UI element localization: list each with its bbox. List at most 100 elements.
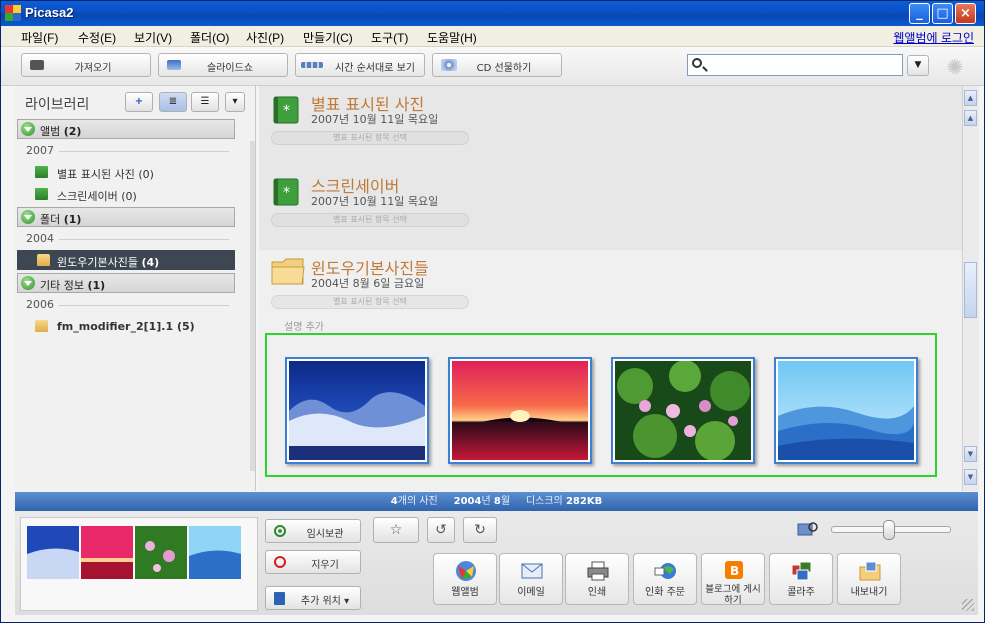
timeline-label: 시간 순서대로 보기 bbox=[335, 63, 415, 74]
add-to-label: 추가 위치 ▾ bbox=[300, 596, 350, 607]
sunset-photo bbox=[452, 361, 588, 460]
album-block-screensaver: * 스크린세이버 2007년 10월 11일 목요일 별표 표시된 항목 선택 bbox=[259, 168, 962, 251]
status-bar: 4개의 사진 2004년 8월 디스크의 282KB bbox=[15, 492, 978, 511]
menu-tools[interactable]: 도구(T) bbox=[371, 29, 408, 46]
tree-view-button[interactable]: ☰ bbox=[191, 92, 219, 112]
folder-label: 윈도우기본사진들 (4) bbox=[57, 256, 160, 269]
clear-label: 지우기 bbox=[311, 560, 339, 571]
select-starred-button[interactable]: 별표 표시된 항목 선택 bbox=[271, 295, 469, 309]
list-view-button[interactable]: ≣ bbox=[159, 92, 187, 112]
album-screensaver[interactable]: 스크린세이버 (0) bbox=[21, 184, 235, 204]
order-prints-button[interactable]: 인화 주문 bbox=[633, 553, 697, 605]
section-other-label: 기타 정보 (1) bbox=[40, 279, 106, 292]
library-scrollbar[interactable] bbox=[250, 141, 255, 471]
scroll-bottom-arrow[interactable]: ▼ bbox=[964, 469, 977, 485]
email-button[interactable]: 이메일 bbox=[499, 553, 563, 605]
tray-thumbnail[interactable] bbox=[27, 526, 79, 579]
menu-edit[interactable]: 수정(E) bbox=[78, 29, 116, 46]
scroll-up-arrow[interactable]: ▲ bbox=[964, 110, 977, 126]
menu-picture[interactable]: 사진(P) bbox=[246, 29, 284, 46]
export-button[interactable]: 내보내기 bbox=[837, 553, 901, 605]
album-icon: * bbox=[273, 178, 299, 206]
order-prints-label: 인화 주문 bbox=[645, 587, 685, 598]
year-label: 2007 bbox=[26, 144, 54, 157]
menu-bar: 파일(F) 수정(E) 보기(V) 폴더(O) 사진(P) 만들기(C) 도구(… bbox=[1, 26, 984, 47]
collage-icon bbox=[791, 561, 812, 581]
maximize-button[interactable]: □ bbox=[932, 3, 953, 24]
add-to-button[interactable]: 추가 위치 ▾ bbox=[265, 586, 361, 610]
menu-create[interactable]: 만들기(C) bbox=[303, 29, 353, 46]
scroll-top-arrow[interactable]: ▲ bbox=[964, 90, 977, 106]
section-folders[interactable]: 폴더 (1) bbox=[17, 207, 235, 227]
folder-icon bbox=[271, 258, 305, 285]
add-album-button[interactable]: + bbox=[125, 92, 153, 112]
library-menu-button[interactable]: ▾ bbox=[225, 92, 245, 112]
menu-view[interactable]: 보기(V) bbox=[134, 29, 172, 46]
water-lilies-photo bbox=[615, 361, 751, 460]
minimize-button[interactable]: _ bbox=[909, 3, 930, 24]
hold-button[interactable]: 임시보관 bbox=[265, 519, 361, 543]
disk-label: 디스크의 bbox=[525, 496, 563, 507]
slideshow-button[interactable]: 슬라이드쇼 bbox=[158, 53, 288, 77]
gift-cd-button[interactable]: CD 선물하기 bbox=[432, 53, 562, 77]
folder-windows-sample-pictures[interactable]: 윈도우기본사진들 (4) bbox=[17, 250, 235, 270]
album-starred-photos[interactable]: 별표 표시된 사진 (0) bbox=[21, 162, 235, 182]
album-label: 스크린세이버 (0) bbox=[57, 190, 137, 203]
close-button[interactable]: × bbox=[955, 3, 976, 24]
timeline-button[interactable]: 시간 순서대로 보기 bbox=[295, 53, 425, 77]
title-bar[interactable]: Picasa2 _ □ × bbox=[1, 1, 984, 26]
album-icon bbox=[35, 188, 48, 200]
year-label: 2006 bbox=[26, 298, 54, 311]
slider-thumb[interactable] bbox=[883, 520, 895, 540]
collage-label: 콜라주 bbox=[787, 587, 815, 598]
add-description-link[interactable]: 설명 추가 bbox=[284, 318, 324, 333]
section-other[interactable]: 기타 정보 (1) bbox=[17, 273, 235, 293]
search-icon bbox=[692, 58, 702, 68]
import-button[interactable]: 가져오기 bbox=[21, 53, 151, 77]
collage-button[interactable]: 콜라주 bbox=[769, 553, 833, 605]
web-album-button[interactable]: 웹앨범 bbox=[433, 553, 497, 605]
photo-thumbnail[interactable] bbox=[448, 357, 592, 464]
status-year: 2004 bbox=[453, 496, 482, 507]
scroll-thumb[interactable] bbox=[964, 262, 977, 318]
tray-thumbnail[interactable] bbox=[189, 526, 241, 579]
resize-grip-icon[interactable] bbox=[962, 599, 974, 611]
select-starred-button[interactable]: 별표 표시된 항목 선택 bbox=[271, 213, 469, 227]
section-albums[interactable]: 앨범 (2) bbox=[17, 119, 235, 139]
rotate-left-button[interactable]: ↺ bbox=[427, 517, 455, 543]
photo-count-label: 개의 사진 bbox=[397, 496, 438, 507]
scroll-down-arrow[interactable]: ▼ bbox=[964, 446, 977, 462]
main-scrollbar[interactable]: ▲ ▲ ▼ ▼ bbox=[962, 86, 979, 491]
rotate-right-button[interactable]: ↻ bbox=[463, 517, 497, 543]
menu-folder[interactable]: 폴더(O) bbox=[190, 29, 229, 46]
window-title: Picasa2 bbox=[25, 5, 74, 20]
photo-thumbnail[interactable] bbox=[285, 357, 429, 464]
photo-tray: 임시보관 지우기 추가 위치 ▾ ☆ ↺ ↻ 웹앨범 이메일 인쇄 인화 주문 … bbox=[15, 511, 978, 615]
photo-thumbnail[interactable] bbox=[774, 357, 918, 464]
web-album-login-link[interactable]: 웹앨범에 로그인 bbox=[893, 29, 974, 46]
year-divider bbox=[59, 151, 229, 152]
order-prints-icon bbox=[654, 563, 676, 579]
clear-button[interactable]: 지우기 bbox=[265, 550, 361, 574]
tray-thumbnail[interactable] bbox=[135, 526, 187, 579]
search-options-dropdown[interactable]: ▼ bbox=[907, 55, 929, 76]
import-label: 가져오기 bbox=[74, 63, 112, 74]
export-label: 내보내기 bbox=[850, 587, 888, 598]
picasa-app-icon bbox=[5, 5, 21, 21]
blogger-button[interactable]: B 블로그에 게시하기 bbox=[701, 553, 765, 606]
blogger-label: 블로그에 게시하기 bbox=[705, 584, 761, 606]
folder-icon bbox=[37, 254, 50, 266]
search-input[interactable] bbox=[687, 54, 903, 76]
print-button[interactable]: 인쇄 bbox=[565, 553, 629, 605]
folder-fm-modifier[interactable]: fm_modifier_2[1].1 (5) bbox=[21, 316, 235, 336]
year-divider bbox=[59, 305, 229, 306]
menu-help[interactable]: 도움말(H) bbox=[427, 29, 477, 46]
menu-file[interactable]: 파일(F) bbox=[21, 29, 58, 46]
photo-thumbnail[interactable] bbox=[611, 357, 755, 464]
collapse-toggle-icon bbox=[21, 276, 35, 290]
select-starred-button[interactable]: 별표 표시된 항목 선택 bbox=[271, 131, 469, 145]
tray-thumbnail[interactable] bbox=[81, 526, 133, 579]
star-button[interactable]: ☆ bbox=[373, 517, 419, 543]
status-month: 8 bbox=[493, 496, 501, 507]
svg-text:*: * bbox=[283, 103, 290, 119]
